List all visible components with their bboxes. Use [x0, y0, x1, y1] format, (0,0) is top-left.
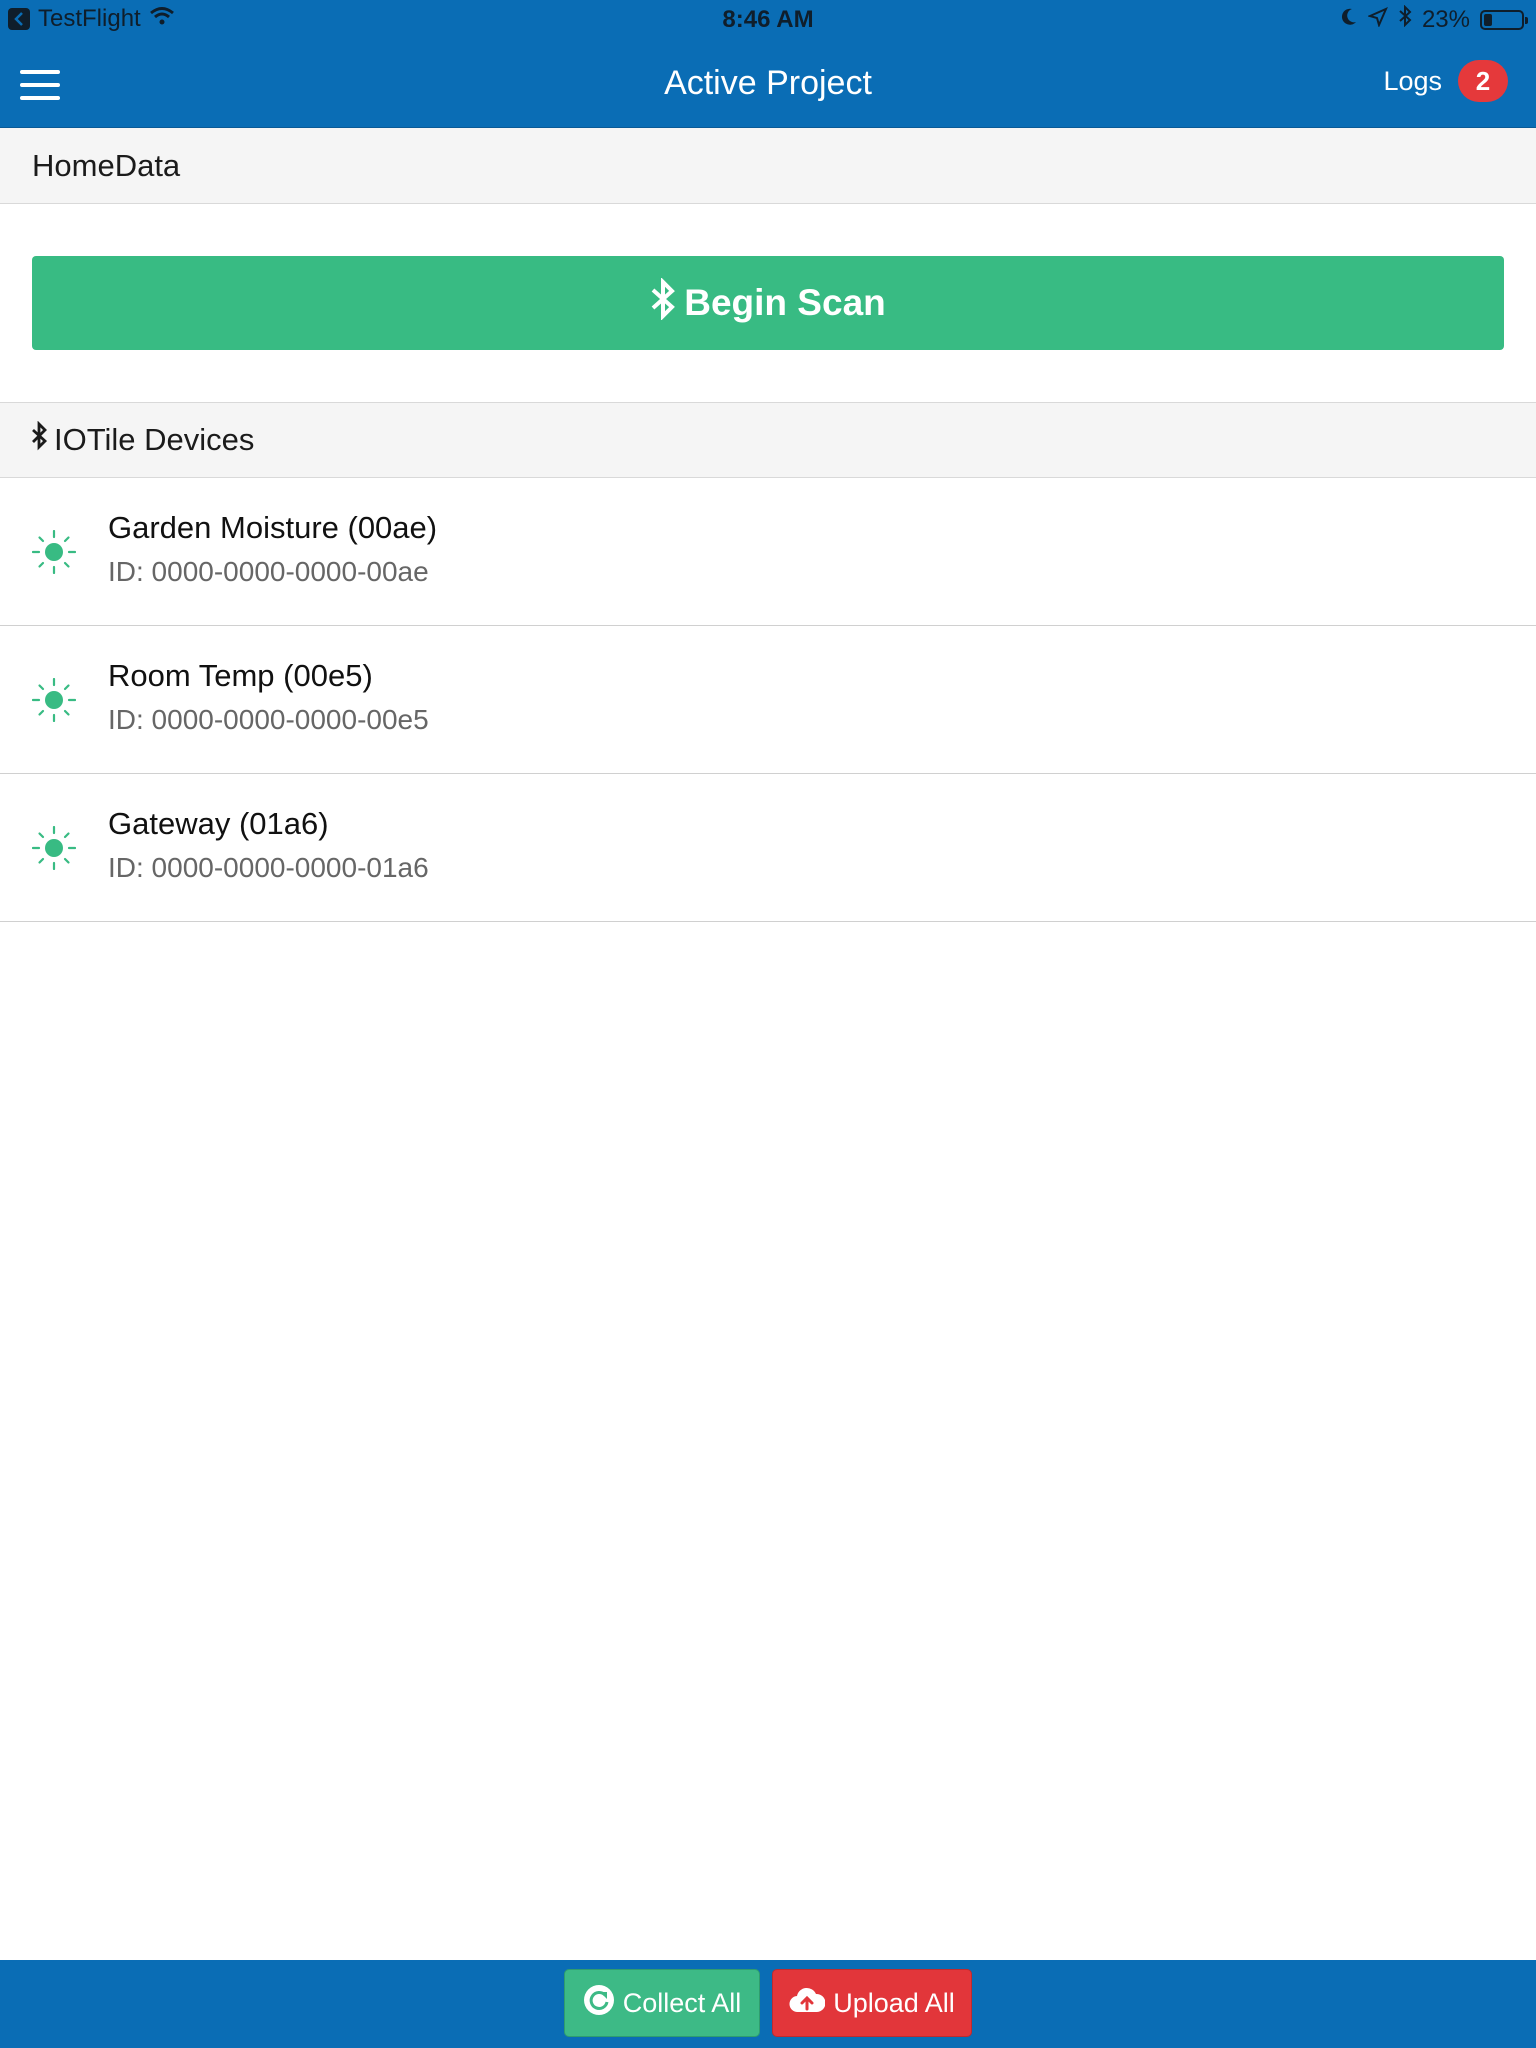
sun-icon [32, 826, 76, 870]
project-name: HomeData [32, 147, 181, 183]
device-id: ID: 0000-0000-0000-01a6 [108, 852, 429, 883]
device-id: ID: 0000-0000-0000-00e5 [108, 704, 429, 735]
device-name: Gateway (01a6) [108, 806, 329, 841]
logs-button[interactable]: Logs 2 [1383, 60, 1508, 102]
footer-toolbar: Collect All Upload All [0, 1960, 1536, 2048]
bluetooth-icon [650, 276, 676, 329]
bluetooth-icon [30, 420, 48, 459]
begin-scan-button[interactable]: Begin Scan [32, 256, 1504, 350]
sun-icon [32, 678, 76, 722]
devices-section-header: IOTile Devices [0, 402, 1536, 478]
hamburger-icon[interactable] [20, 70, 60, 100]
collect-all-button[interactable]: Collect All [564, 1969, 760, 2037]
page-title: Active Project [664, 64, 872, 102]
battery-level [1484, 13, 1492, 26]
battery-icon [1480, 9, 1528, 30]
battery-percent: 23% [1421, 5, 1470, 33]
device-row[interactable]: Gateway (01a6) ID: 0000-0000-0000-01a6 [0, 774, 1536, 922]
refresh-icon [583, 1984, 615, 2023]
back-to-app[interactable]: TestFlight [8, 5, 175, 33]
logs-count-badge: 2 [1458, 60, 1508, 102]
back-arrow-icon [8, 8, 30, 30]
location-arrow-icon [1367, 6, 1388, 34]
upload-all-label: Upload All [833, 1987, 955, 2018]
cloud-upload-icon [789, 1986, 826, 2021]
logs-label: Logs [1383, 65, 1442, 96]
device-row[interactable]: Room Temp (00e5) ID: 0000-0000-0000-00e5 [0, 626, 1536, 774]
collect-all-label: Collect All [622, 1987, 742, 2018]
status-time: 8:46 AM [722, 6, 814, 33]
bluetooth-status-icon [1398, 4, 1412, 34]
device-name: Room Temp (00e5) [108, 658, 373, 693]
sun-icon [32, 530, 76, 574]
upload-all-button[interactable]: Upload All [772, 1969, 972, 2037]
devices-section-title: IOTile Devices [54, 422, 255, 457]
project-header: HomeData [0, 128, 1536, 204]
back-app-label: TestFlight [38, 5, 141, 32]
device-name: Garden Moisture (00ae) [108, 510, 438, 545]
status-bar: TestFlight 8:46 AM 23% [0, 0, 1536, 40]
device-row[interactable]: Garden Moisture (00ae) ID: 0000-0000-000… [0, 478, 1536, 626]
device-id: ID: 0000-0000-0000-00ae [108, 556, 429, 587]
nav-bar: Active Project Logs 2 [0, 40, 1536, 128]
moon-icon [1340, 6, 1358, 34]
wifi-icon [149, 5, 175, 33]
begin-scan-label: Begin Scan [684, 282, 886, 323]
